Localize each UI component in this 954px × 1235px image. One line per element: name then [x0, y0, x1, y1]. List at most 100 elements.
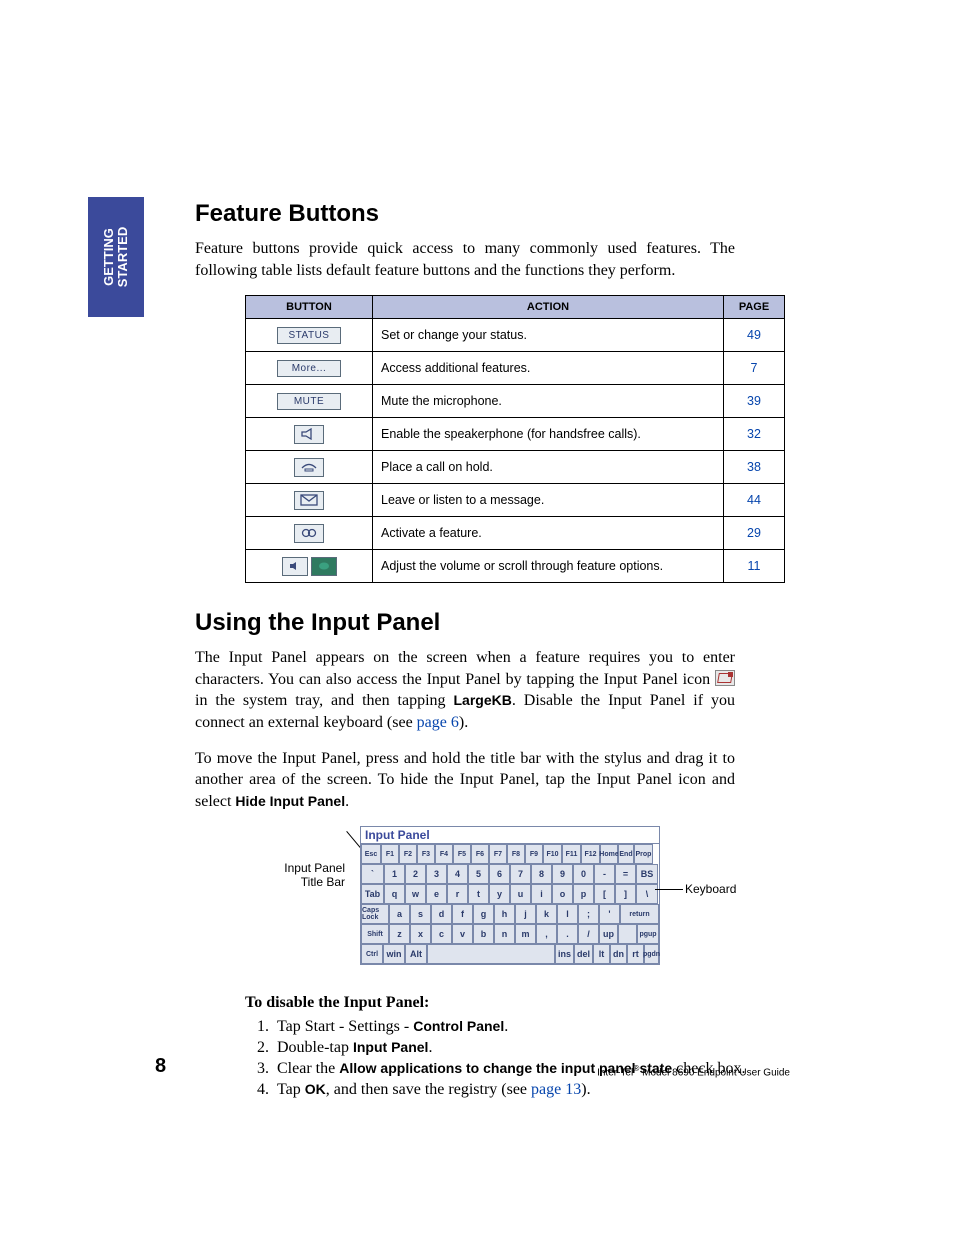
- keyboard-key: ': [599, 904, 620, 924]
- keyboard-key: 6: [489, 864, 510, 884]
- page-link[interactable]: 32: [724, 418, 785, 451]
- p2-bold: Hide Input Panel: [235, 793, 345, 809]
- page-link[interactable]: 39: [724, 385, 785, 418]
- page-link[interactable]: 44: [724, 484, 785, 517]
- page-link[interactable]: 29: [724, 517, 785, 550]
- keyboard-key: F3: [417, 844, 435, 864]
- p1-bold: LargeKB: [454, 692, 512, 708]
- footer-title: Model 8690 Endpoint User Guide: [639, 1067, 790, 1078]
- message-icon: [294, 491, 324, 510]
- keyboard-row: CtrlwinAltinsdelltdnrtpgdn: [361, 944, 659, 964]
- step-text: ).: [581, 1081, 590, 1098]
- keyboard-key: i: [531, 884, 552, 904]
- volume-down-icon: [282, 557, 308, 576]
- keyboard-key: return: [620, 904, 659, 924]
- keyboard-key: F4: [435, 844, 453, 864]
- keyboard-key: /: [578, 924, 599, 944]
- keyboard-key: Home: [600, 844, 618, 864]
- button-cell: More...: [246, 352, 373, 385]
- volume-mid-icon: [311, 557, 337, 576]
- link-page-6[interactable]: page 6: [417, 714, 459, 731]
- th-action: ACTION: [373, 296, 724, 319]
- button-cell: [246, 451, 373, 484]
- page-link[interactable]: 38: [724, 451, 785, 484]
- keyboard-key: k: [536, 904, 557, 924]
- page-link[interactable]: 11: [724, 550, 785, 583]
- button-cell: [246, 517, 373, 550]
- feature-table: BUTTON ACTION PAGE STATUSSet or change y…: [245, 295, 785, 583]
- keyboard-row: Shiftzxcvbnm,./uppgup: [361, 924, 659, 944]
- action-cell: Mute the microphone.: [373, 385, 724, 418]
- keyboard-title-bar: Input Panel: [361, 827, 659, 844]
- feature-button: More...: [277, 360, 341, 377]
- step-text: .: [428, 1039, 432, 1056]
- step-item: Tap OK, and then save the registry (see …: [273, 1081, 795, 1099]
- keyboard-key: p: [573, 884, 594, 904]
- keyboard-key: F9: [525, 844, 543, 864]
- keyboard-key: Esc: [361, 844, 381, 864]
- keyboard-key: 3: [426, 864, 447, 884]
- keyboard-key: x: [410, 924, 431, 944]
- keyboard-key: End: [618, 844, 634, 864]
- keyboard-key: w: [405, 884, 426, 904]
- action-cell: Activate a feature.: [373, 517, 724, 550]
- keyboard-key: .: [557, 924, 578, 944]
- page-link[interactable]: 49: [724, 319, 785, 352]
- footer-brand: Inter-Tel: [597, 1067, 633, 1078]
- side-tab: GETTING STARTED: [88, 197, 144, 317]
- step-link[interactable]: page 13: [531, 1081, 581, 1098]
- table-row: Leave or listen to a message.44: [246, 484, 785, 517]
- keyboard-key: -: [594, 864, 615, 884]
- keyboard-key: m: [515, 924, 536, 944]
- keyboard-key: del: [574, 944, 593, 964]
- keyboard-key: F12: [581, 844, 600, 864]
- keyboard-key: F11: [562, 844, 581, 864]
- keyboard-key: t: [468, 884, 489, 904]
- step-bold: Input Panel: [353, 1039, 428, 1055]
- keyboard-key: 8: [531, 864, 552, 884]
- keyboard-key: v: [452, 924, 473, 944]
- keyboard-key: e: [426, 884, 447, 904]
- page-link[interactable]: 7: [724, 352, 785, 385]
- keyboard-key: ins: [555, 944, 574, 964]
- action-cell: Place a call on hold.: [373, 451, 724, 484]
- keyboard-key: F1: [381, 844, 399, 864]
- keyboard-key: d: [431, 904, 452, 924]
- input-panel-p2: To move the Input Panel, press and hold …: [195, 748, 735, 813]
- p2b: .: [345, 793, 349, 810]
- speaker-icon: [294, 425, 324, 444]
- action-cell: Enable the speakerphone (for handsfree c…: [373, 418, 724, 451]
- keyboard-row: `1234567890-=BS: [361, 864, 659, 884]
- footer: 8 Inter-Tel® Model 8690 Endpoint User Gu…: [155, 1055, 790, 1078]
- pointer-right: [655, 889, 683, 890]
- p1b: in the system tray, and then tapping: [195, 692, 454, 709]
- keyboard-key: l: [557, 904, 578, 924]
- volume-control-icon: [282, 557, 337, 576]
- keyboard-panel: Input Panel EscF1F2F3F4F5F6F7F8F9F10F11F…: [360, 826, 660, 965]
- keyboard-key: o: [552, 884, 573, 904]
- keyboard-key: F8: [507, 844, 525, 864]
- keyboard-key: r: [447, 884, 468, 904]
- action-cell: Leave or listen to a message.: [373, 484, 724, 517]
- keyboard-key: \: [636, 884, 658, 904]
- table-row: Enable the speakerphone (for handsfree c…: [246, 418, 785, 451]
- keyboard-key: a: [389, 904, 410, 924]
- keyboard-key: 9: [552, 864, 573, 884]
- side-tab-line1: GETTING: [101, 228, 116, 286]
- th-page: PAGE: [724, 296, 785, 319]
- keyboard-key: q: [384, 884, 405, 904]
- keyboard-key: Caps Lock: [361, 904, 389, 924]
- step-text: , and then save the registry (see: [326, 1081, 531, 1098]
- keyboard-key: g: [473, 904, 494, 924]
- keyboard-key: 1: [384, 864, 405, 884]
- keyboard-key: up: [599, 924, 618, 944]
- keyboard-key: Shift: [361, 924, 389, 944]
- keyboard-key: F2: [399, 844, 417, 864]
- table-row: MUTEMute the microphone.39: [246, 385, 785, 418]
- keyboard-key: Tab: [361, 884, 384, 904]
- th-button: BUTTON: [246, 296, 373, 319]
- keyboard-key: =: [615, 864, 636, 884]
- keyboard-key: `: [361, 864, 384, 884]
- keyboard-key: F6: [471, 844, 489, 864]
- keyboard-key: n: [494, 924, 515, 944]
